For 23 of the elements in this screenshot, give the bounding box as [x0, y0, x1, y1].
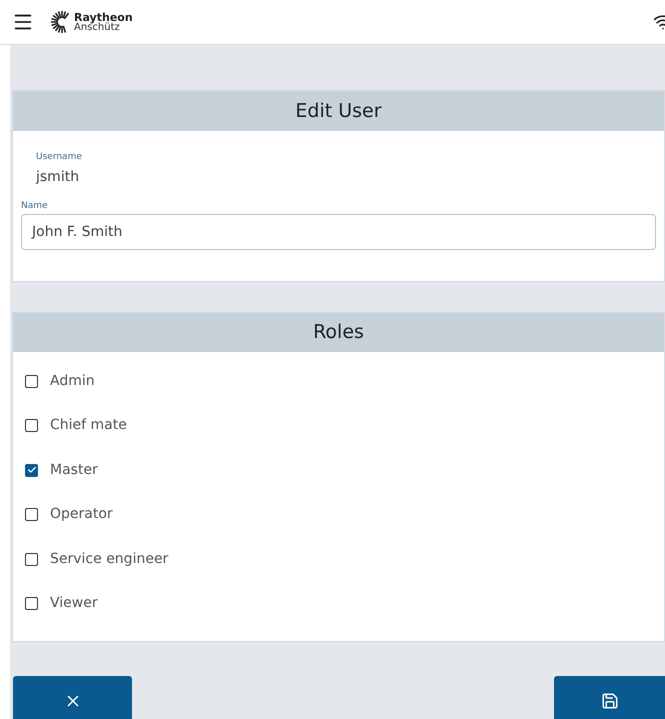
username-label: Username: [36, 151, 83, 164]
sunburst-logo-icon: [48, 11, 72, 33]
card-title: Roles: [313, 320, 364, 346]
brand-name: Raytheon: [74, 12, 133, 22]
username-value: jsmith: [36, 168, 80, 186]
role-label: Chief mate: [50, 416, 127, 436]
save-button[interactable]: [554, 676, 665, 719]
role-label: Admin: [50, 372, 95, 391]
role-label: Operator: [50, 505, 113, 524]
checkbox[interactable]: [25, 508, 38, 522]
card-title: Edit User: [295, 98, 382, 124]
brand-subname: Anschütz: [74, 22, 120, 32]
checkbox[interactable]: [25, 374, 38, 388]
checkbox[interactable]: [25, 464, 38, 477]
save-icon: [600, 692, 618, 710]
name-label: Name: [21, 200, 49, 212]
role-label: Service engineer: [50, 550, 168, 569]
role-label: Viewer: [50, 594, 98, 614]
role-label: Master: [50, 460, 98, 480]
checkbox[interactable]: [25, 419, 38, 432]
checkbox[interactable]: [25, 597, 38, 610]
name-field[interactable]: John F. Smith: [21, 214, 656, 250]
checkbox[interactable]: [25, 552, 38, 566]
